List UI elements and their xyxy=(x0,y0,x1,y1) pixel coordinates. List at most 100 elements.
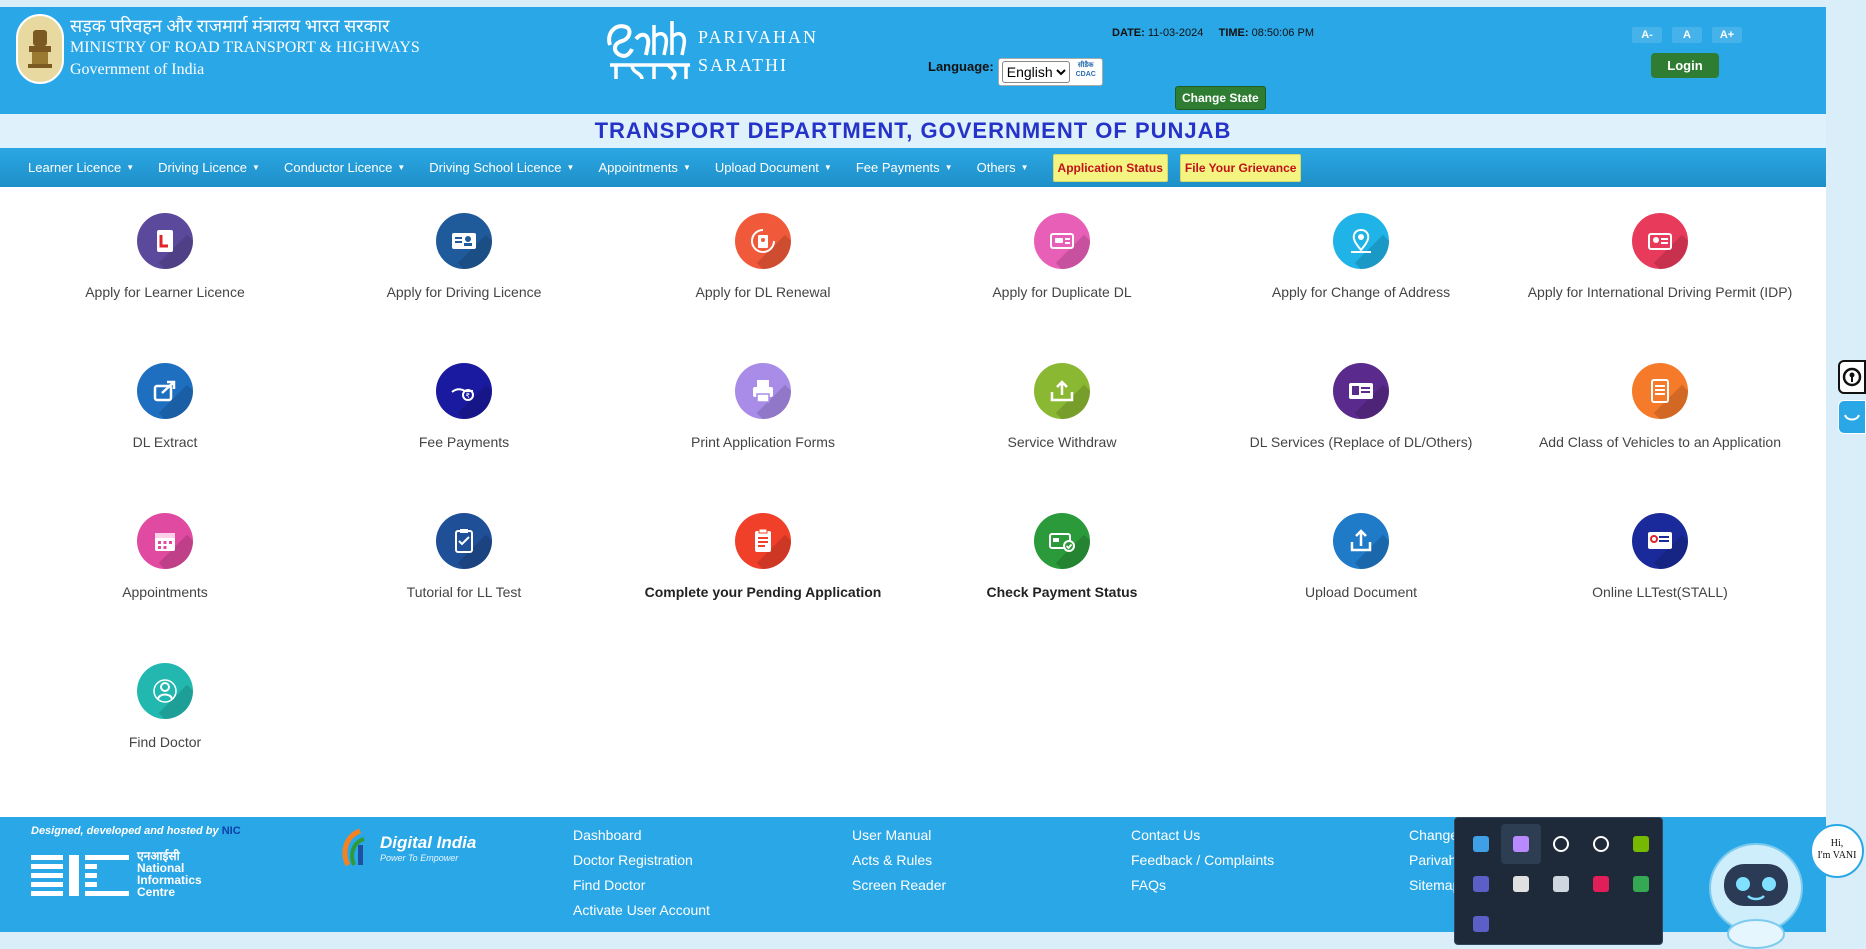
side-accessibility-button[interactable] xyxy=(1838,360,1866,394)
footer-link[interactable]: Screen Reader xyxy=(852,875,946,895)
nvidia-icon[interactable] xyxy=(1621,824,1661,864)
change-state-button[interactable]: Change State xyxy=(1175,86,1266,110)
service-label[interactable]: Apply for DL Renewal xyxy=(613,282,913,302)
teams-alt-icon[interactable] xyxy=(1461,904,1501,944)
service-label[interactable]: Complete your Pending Application xyxy=(613,582,913,602)
service-label[interactable]: Apply for Learner Licence xyxy=(15,282,315,302)
fee-payment-icon[interactable]: ₹ xyxy=(436,363,492,419)
nav-item-others[interactable]: Others ▼ xyxy=(977,160,1029,175)
footer-link[interactable]: Sitemap xyxy=(1409,875,1460,895)
footer-link[interactable]: Dashboard xyxy=(573,825,710,845)
payment-status-icon[interactable] xyxy=(1034,513,1090,569)
service-label[interactable]: Upload Document xyxy=(1211,582,1511,602)
epic-games-icon[interactable] xyxy=(1581,824,1621,864)
application-status-button[interactable]: Application Status xyxy=(1052,153,1168,182)
upload-tray-icon[interactable] xyxy=(1034,363,1090,419)
footer-link[interactable]: Activate User Account xyxy=(573,900,710,920)
service-tile[interactable]: DL Services (Replace of DL/Others) xyxy=(1211,363,1511,452)
service-label[interactable]: Tutorial for LL Test xyxy=(314,582,614,602)
service-label[interactable]: Online LLTest(STALL) xyxy=(1510,582,1810,602)
dl-renewal-icon[interactable] xyxy=(735,213,791,269)
service-tile[interactable]: Upload Document xyxy=(1211,513,1511,602)
service-tile[interactable]: Apply for International Driving Permit (… xyxy=(1510,213,1810,302)
service-tile[interactable]: Online LLTest(STALL) xyxy=(1510,513,1810,602)
font-decrease-button[interactable]: A- xyxy=(1632,27,1662,43)
defender-warning-icon[interactable] xyxy=(1461,824,1501,864)
service-label[interactable]: Find Doctor xyxy=(15,732,315,752)
font-normal-button[interactable]: A xyxy=(1672,27,1702,43)
service-tile[interactable]: Find Doctor xyxy=(15,663,315,752)
upload-icon[interactable] xyxy=(1333,513,1389,569)
service-tile[interactable]: Apply for Duplicate DL xyxy=(912,213,1212,302)
feather-icon[interactable] xyxy=(1501,824,1541,864)
idp-card-icon[interactable] xyxy=(1632,213,1688,269)
footer-link[interactable]: Acts & Rules xyxy=(852,850,946,870)
footer-link[interactable]: Parivah xyxy=(1409,850,1460,870)
language-select[interactable]: English xyxy=(1001,61,1070,83)
service-tile[interactable]: Service Withdraw xyxy=(912,363,1212,452)
duplicate-dl-icon[interactable] xyxy=(1034,213,1090,269)
obs-icon[interactable] xyxy=(1501,864,1541,904)
location-icon[interactable] xyxy=(1541,824,1581,864)
service-label[interactable]: Print Application Forms xyxy=(613,432,913,452)
side-feedback-button[interactable] xyxy=(1838,400,1866,434)
footer-link[interactable]: User Manual xyxy=(852,825,946,845)
service-tile[interactable]: Apply for Change of Address xyxy=(1211,213,1511,302)
service-label[interactable]: Service Withdraw xyxy=(912,432,1212,452)
nav-item-conductor-licence[interactable]: Conductor Licence ▼ xyxy=(284,160,405,175)
footer-link[interactable]: Doctor Registration xyxy=(573,850,710,870)
service-label[interactable]: Add Class of Vehicles to an Application xyxy=(1510,432,1810,452)
service-tile[interactable]: Print Application Forms xyxy=(613,363,913,452)
share-icon[interactable] xyxy=(137,363,193,419)
clipboard-check-icon[interactable] xyxy=(436,513,492,569)
nav-item-driving-licence[interactable]: Driving Licence ▼ xyxy=(158,160,260,175)
doctor-icon[interactable] xyxy=(137,663,193,719)
service-label[interactable]: Apply for International Driving Permit (… xyxy=(1510,282,1810,302)
service-tile[interactable]: Apply for DL Renewal xyxy=(613,213,913,302)
driving-licence-icon[interactable] xyxy=(436,213,492,269)
service-label[interactable]: DL Services (Replace of DL/Others) xyxy=(1211,432,1511,452)
learner-licence-icon[interactable] xyxy=(137,213,193,269)
service-tile[interactable]: Appointments xyxy=(15,513,315,602)
settings-app-icon[interactable] xyxy=(1541,864,1581,904)
pending-form-icon[interactable] xyxy=(735,513,791,569)
calendar-icon[interactable] xyxy=(137,513,193,569)
teams-icon[interactable] xyxy=(1461,864,1501,904)
service-label[interactable]: Apply for Change of Address xyxy=(1211,282,1511,302)
nav-item-upload-document[interactable]: Upload Document ▼ xyxy=(715,160,832,175)
footer-link[interactable]: FAQs xyxy=(1131,875,1274,895)
service-tile[interactable]: Add Class of Vehicles to an Application xyxy=(1510,363,1810,452)
slack-icon[interactable] xyxy=(1581,864,1621,904)
nav-item-fee-payments[interactable]: Fee Payments ▼ xyxy=(856,160,953,175)
service-tile[interactable]: Check Payment Status xyxy=(912,513,1212,602)
map-pin-icon[interactable] xyxy=(1333,213,1389,269)
service-label[interactable]: Appointments xyxy=(15,582,315,602)
login-button[interactable]: Login xyxy=(1651,53,1719,78)
online-test-icon[interactable] xyxy=(1632,513,1688,569)
credit-link[interactable]: NIC xyxy=(222,825,241,837)
chrome-icon[interactable] xyxy=(1621,864,1661,904)
printer-icon[interactable] xyxy=(735,363,791,419)
service-tile[interactable]: Apply for Learner Licence xyxy=(15,213,315,302)
footer-link[interactable]: Contact Us xyxy=(1131,825,1274,845)
nav-item-appointments[interactable]: Appointments ▼ xyxy=(598,160,690,175)
service-label[interactable]: Fee Payments xyxy=(314,432,614,452)
footer-link[interactable]: Change xyxy=(1409,825,1460,845)
service-tile[interactable]: ₹ Fee Payments xyxy=(314,363,614,452)
font-increase-button[interactable]: A+ xyxy=(1712,27,1742,43)
service-tile[interactable]: Complete your Pending Application xyxy=(613,513,913,602)
service-label[interactable]: DL Extract xyxy=(15,432,315,452)
nav-item-learner-licence[interactable]: Learner Licence ▼ xyxy=(28,160,134,175)
footer-link[interactable]: Feedback / Complaints xyxy=(1131,850,1274,870)
service-label[interactable]: Apply for Driving Licence xyxy=(314,282,614,302)
service-tile[interactable]: Apply for Driving Licence xyxy=(314,213,614,302)
form-list-icon[interactable] xyxy=(1632,363,1688,419)
service-tile[interactable]: Tutorial for LL Test xyxy=(314,513,614,602)
service-tile[interactable]: DL Extract xyxy=(15,363,315,452)
file-grievance-button[interactable]: File Your Grievance xyxy=(1179,153,1302,182)
vani-chatbot[interactable]: Hi, I'm VANI xyxy=(1700,820,1866,949)
nav-item-driving-school-licence[interactable]: Driving School Licence ▼ xyxy=(429,160,574,175)
service-label[interactable]: Apply for Duplicate DL xyxy=(912,282,1212,302)
service-label[interactable]: Check Payment Status xyxy=(912,582,1212,602)
footer-link[interactable]: Find Doctor xyxy=(573,875,710,895)
